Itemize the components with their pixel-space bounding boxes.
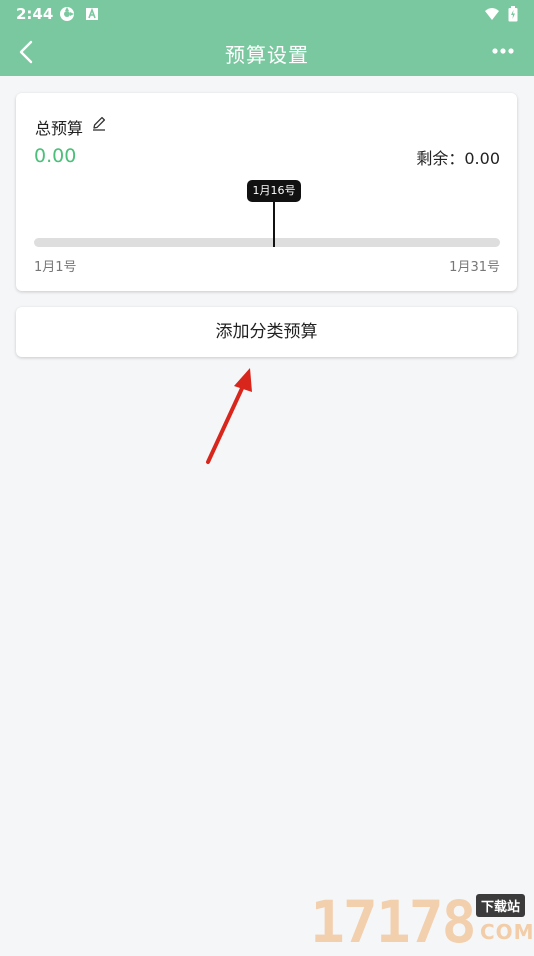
watermark-suffix: COM bbox=[480, 920, 534, 944]
remaining-amount: 剩余：0.00 bbox=[416, 145, 500, 169]
budget-progress-track bbox=[34, 238, 500, 247]
watermark-digits: 17178 bbox=[310, 888, 477, 956]
status-time: 2:44 bbox=[16, 5, 54, 23]
remaining-label: 剩余： bbox=[416, 149, 465, 168]
remaining-value: 0.00 bbox=[464, 149, 500, 168]
app-bar: 预算设置 bbox=[0, 28, 534, 76]
range-end-date: 1月31号 bbox=[449, 260, 500, 275]
today-marker-tooltip: 1月16号 bbox=[247, 180, 301, 202]
total-budget-label: 总预算 bbox=[35, 119, 84, 138]
watermark: 17178 下载站 COM bbox=[310, 888, 534, 956]
page-title: 预算设置 bbox=[225, 43, 309, 67]
wifi-icon bbox=[485, 8, 499, 20]
watermark-badge: 下载站 bbox=[476, 894, 526, 917]
status-bar: 2:44 bbox=[0, 0, 534, 28]
add-category-budget-button[interactable]: 添加分类预算 bbox=[16, 307, 517, 357]
annotation-arrow-icon bbox=[206, 368, 252, 464]
range-start-date: 1月1号 bbox=[34, 260, 77, 275]
total-budget-card: 总预算 0.00 剩余：0.00 1月16号 1月1号 1月31号 bbox=[16, 93, 517, 291]
sync-icon bbox=[60, 7, 74, 21]
pencil-icon[interactable] bbox=[91, 115, 107, 131]
font-app-icon bbox=[86, 7, 98, 20]
total-budget-amount: 0.00 bbox=[34, 145, 77, 167]
more-horizontal-icon[interactable] bbox=[492, 46, 514, 56]
today-marker-line bbox=[273, 202, 275, 247]
battery-icon bbox=[508, 6, 518, 22]
